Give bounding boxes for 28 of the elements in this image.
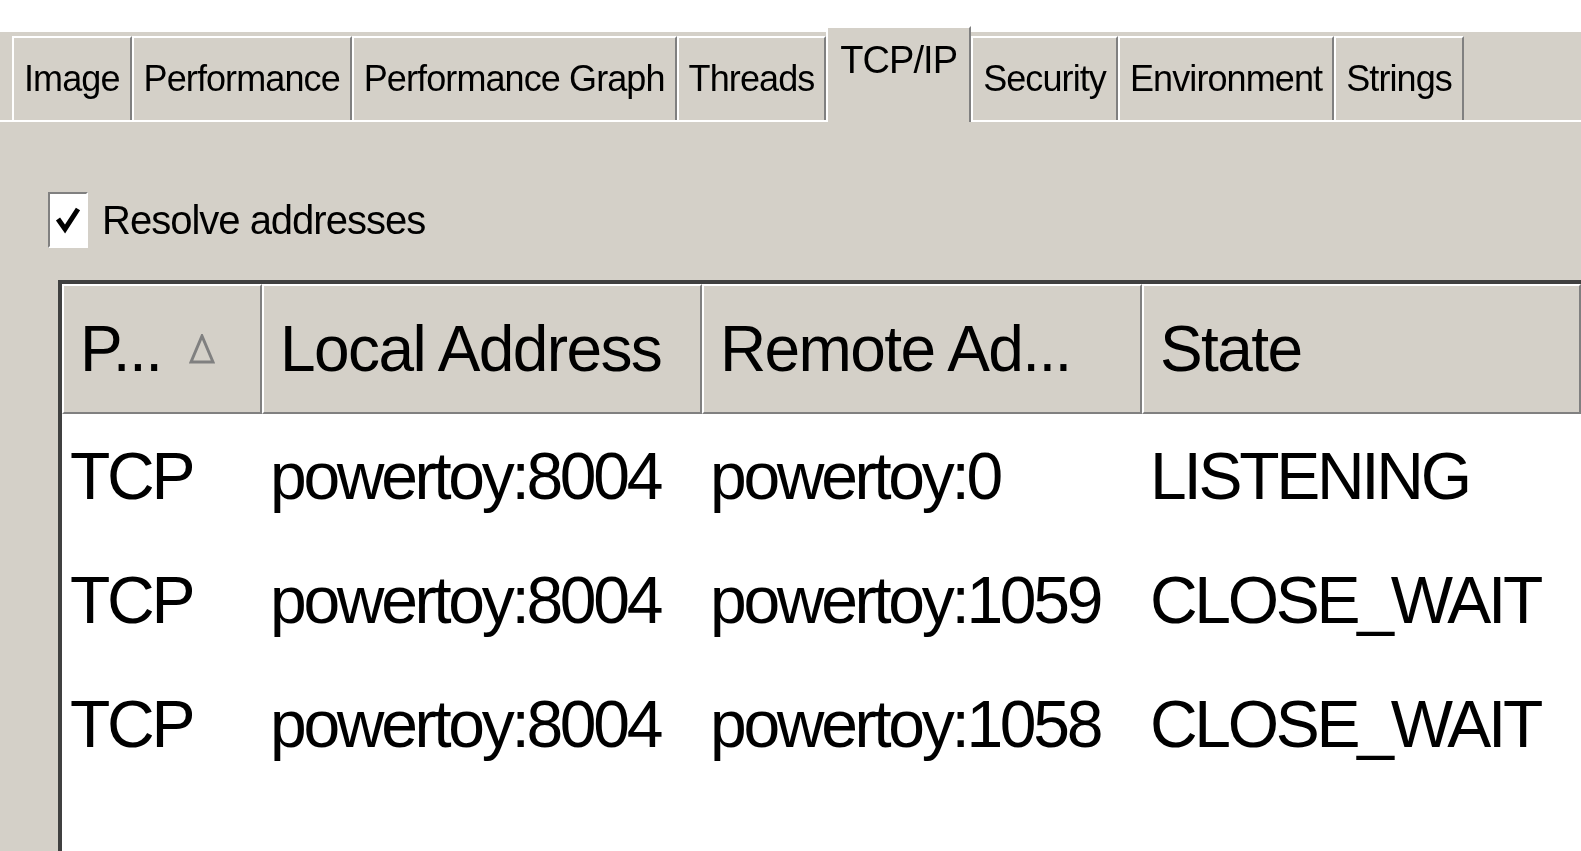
tab[interactable]: Image [12, 36, 132, 120]
tab[interactable]: Performance [131, 36, 352, 120]
column-header[interactable]: State [1142, 284, 1581, 414]
tab[interactable]: Environment [1117, 36, 1335, 120]
tab[interactable]: Performance Graph [351, 36, 677, 120]
table-cell-text: CLOSE_WAIT [1149, 685, 1542, 763]
column-header[interactable]: P... [62, 284, 262, 414]
table-cell-text: LISTENING [1149, 437, 1470, 515]
tab[interactable]: TCP/IP [826, 26, 972, 122]
sort-up-icon [189, 334, 216, 364]
tab[interactable]: Threads [676, 36, 827, 120]
table-cell-text: TCP [69, 685, 194, 763]
table-cell-text: powertoy:8004 [269, 685, 662, 763]
column-header[interactable]: Remote Ad... [702, 284, 1142, 414]
tab[interactable]: Strings [1334, 36, 1464, 120]
table-cell-text: TCP [69, 561, 194, 639]
table-cell-text: powertoy:8004 [269, 561, 662, 639]
table-cell-text: TCP [69, 437, 194, 515]
column-header[interactable]: Local Address [262, 284, 702, 414]
table-cell-text: powertoy:8004 [269, 437, 662, 515]
tab[interactable]: Security [971, 36, 1118, 120]
table-cell-text: powertoy:1058 [709, 685, 1102, 763]
check-icon [55, 205, 81, 235]
table-cell-text: powertoy:1059 [709, 561, 1102, 639]
checkbox-label: Resolve addresses [102, 197, 426, 244]
table-cell-text: powertoy:0 [709, 437, 1002, 515]
table-cell-text: CLOSE_WAIT [1149, 561, 1542, 639]
checkbox[interactable] [48, 192, 88, 248]
